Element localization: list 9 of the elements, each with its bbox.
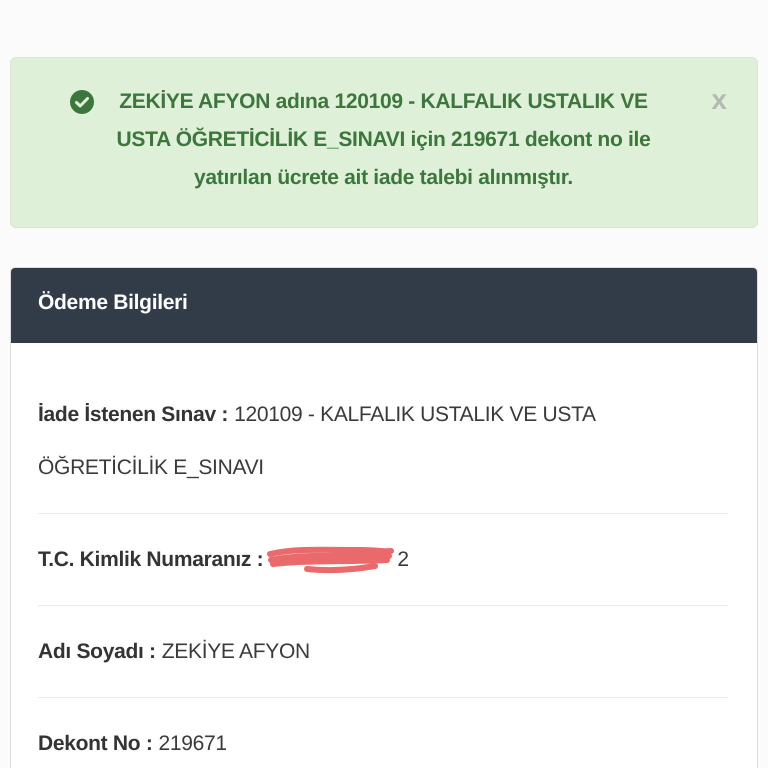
field-text: Dekont No : 219671 xyxy=(38,731,227,757)
field-label: T.C. Kimlik Numaranız : xyxy=(38,548,264,571)
check-circle-icon xyxy=(70,90,94,114)
alert-message: ZEKİYE AFYON adına 120109 - KALFALIK USTALIK VE USTA ÖĞRETİCİLİK E_SINAVI için 219671 dekont no ile yatırılan ücrete ait iade talebi alınmıştır. xyxy=(116,89,652,191)
field-text: İade İstenen Sınav : 120109 - KALFALIK USTALIK VE USTA ÖĞRETİCİLİK E_SINAVI xyxy=(38,402,596,481)
field-text: Adı Soyadı : ZEKİYE AFYON xyxy=(38,638,310,665)
card-title: Ödeme Bilgileri xyxy=(38,290,188,314)
redaction-scribble-icon xyxy=(267,544,396,574)
field-value: 2 xyxy=(397,548,409,571)
